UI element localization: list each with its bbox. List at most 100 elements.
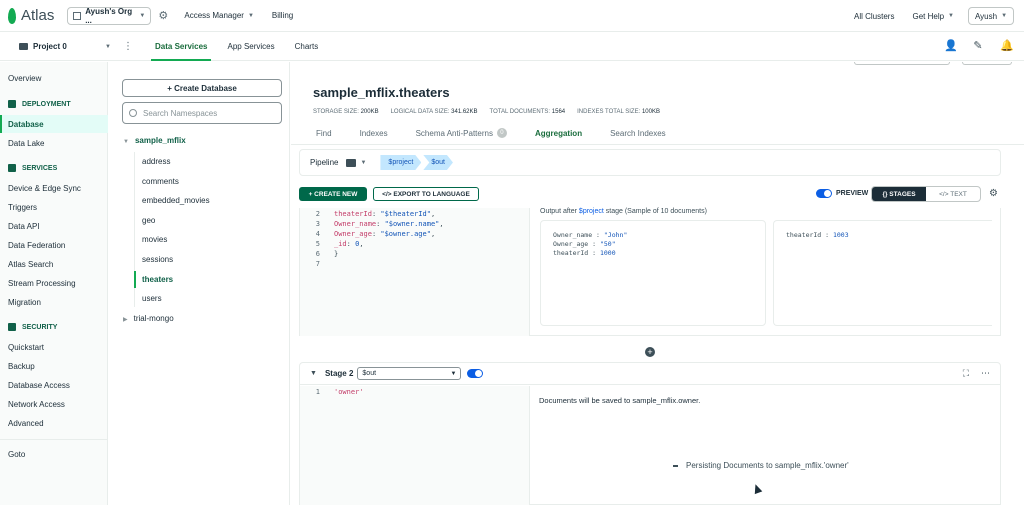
create-database-button[interactable]: + Create Database: [122, 79, 282, 97]
tab-aggregation[interactable]: Aggregation: [535, 128, 582, 138]
expand-icon[interactable]: ⛶: [963, 368, 969, 379]
pipeline-stage-chip[interactable]: $out: [423, 155, 453, 170]
org-settings-gear-icon[interactable]: ⚙: [158, 10, 170, 22]
chevron-down-icon[interactable]: ▼: [360, 160, 366, 166]
stages-view-button[interactable]: {} STAGES: [872, 187, 926, 201]
tab-indexes[interactable]: Indexes: [360, 128, 388, 138]
atlas-logo[interactable]: Atlas: [8, 7, 54, 24]
sidebar-item-triggers[interactable]: Triggers: [8, 203, 37, 212]
collection-item[interactable]: comments: [142, 177, 179, 186]
sidebar-item-quickstart[interactable]: Quickstart: [8, 343, 44, 352]
billing-link[interactable]: Billing: [272, 11, 293, 20]
access-manager-menu[interactable]: Access Manager ▼: [184, 11, 254, 20]
tab-charts[interactable]: Charts: [295, 33, 319, 61]
all-clusters-link[interactable]: All Clusters: [854, 12, 894, 21]
sidebar-item-atlas-search[interactable]: Atlas Search: [8, 260, 53, 269]
export-to-language-button[interactable]: </> EXPORT TO LANGUAGE: [373, 187, 479, 201]
add-stage-plus-icon[interactable]: +: [645, 347, 655, 357]
toggle-switch[interactable]: [816, 189, 832, 198]
chevron-down-icon: ▼: [450, 370, 457, 377]
chevron-down-icon: ▼: [139, 12, 146, 19]
leaf-icon: [8, 7, 16, 24]
more-options-icon[interactable]: ⋯: [981, 368, 990, 379]
db-name: sample_mflix: [134, 136, 186, 145]
get-help-menu[interactable]: Get Help ▼: [912, 12, 954, 21]
sidebar-item-migration[interactable]: Migration: [8, 298, 41, 307]
code-key: _id: [334, 240, 347, 248]
code-line: 1 'owner': [300, 388, 364, 398]
chevron-right-icon: ▶: [123, 317, 128, 323]
stage-2-card: ▼ Stage 2 $out ▼ ⛶ ⋯ 1 'owner': [299, 362, 1001, 505]
left-sidebar: Overview DEPLOYMENT Database Data Lake S…: [0, 62, 108, 505]
code-line: 4 Owner_age: "$owner.age",: [300, 230, 435, 240]
access-manager-label: Access Manager: [184, 11, 244, 20]
sidebar-item-overview[interactable]: Overview: [8, 74, 41, 83]
db-item-sample-mflix[interactable]: ▼ sample_mflix: [123, 136, 186, 145]
settings-gear-icon[interactable]: ⚙: [989, 188, 998, 199]
collection-item[interactable]: sessions: [142, 255, 173, 264]
stage-1-card: 2 theaterId: "$theaterId", 3 Owner_name: "…: [299, 208, 1001, 336]
line-number: 3: [315, 220, 320, 228]
bell-icon[interactable]: 🔔: [1000, 40, 1014, 52]
count-badge: 0: [496, 128, 507, 138]
code-value: 'owner': [334, 388, 364, 396]
collection-item[interactable]: embedded_movies: [142, 196, 210, 205]
org-selector[interactable]: Ayush's Org ... ▼: [67, 6, 152, 25]
tab-search-indexes[interactable]: Search Indexes: [610, 128, 666, 138]
text-view-button[interactable]: </> TEXT: [926, 187, 980, 201]
sidebar-item-data-lake[interactable]: Data Lake: [8, 139, 44, 148]
sidebar-item-stream-processing[interactable]: Stream Processing: [8, 279, 76, 288]
collection-item[interactable]: users: [142, 294, 162, 303]
toolbar-button-partial[interactable]: [962, 62, 1012, 65]
db-item-trial-mongo[interactable]: ▶ trial-mongo: [123, 314, 174, 323]
output-prefix: Output after: [540, 208, 577, 215]
tab-find[interactable]: Find: [316, 128, 332, 138]
kebab-menu-icon[interactable]: ⋮: [123, 41, 133, 52]
pipeline-label: Pipeline: [310, 158, 339, 167]
sidebar-item-goto[interactable]: Goto: [8, 450, 25, 459]
sidebar-item-network-access[interactable]: Network Access: [8, 400, 65, 409]
activity-feed-icon[interactable]: ✎: [972, 40, 984, 52]
stage-1-editor[interactable]: 2 theaterId: "$theaterId", 3 Owner_name: "…: [300, 208, 530, 336]
tab-app-services[interactable]: App Services: [227, 33, 274, 61]
sidebar-item-backup[interactable]: Backup: [8, 362, 35, 371]
code-line: 2 theaterId: "$theaterId",: [300, 210, 435, 220]
field-value: 1003: [832, 231, 849, 239]
collection-item[interactable]: movies: [142, 235, 167, 244]
tab-schema-anti-patterns[interactable]: Schema Anti-Patterns 0: [416, 128, 507, 138]
collection-item[interactable]: geo: [142, 216, 155, 225]
sidebar-item-data-api[interactable]: Data API: [8, 222, 40, 231]
project-icons: 👤 ✎ 🔔: [928, 40, 1014, 52]
sidebar-item-database[interactable]: Database: [8, 120, 44, 129]
sidebar-item-device-sync[interactable]: Device & Edge Sync: [8, 184, 81, 193]
create-new-button[interactable]: + CREATE NEW: [299, 187, 367, 201]
project-bar: Project 0 ▼ ⋮ Data Services App Services…: [0, 33, 1024, 61]
preview-toggle[interactable]: PREVIEW: [816, 189, 868, 198]
toolbar-button-partial[interactable]: [854, 62, 950, 65]
namespace-search[interactable]: Search Namespaces: [122, 102, 282, 124]
chevron-down-icon: ▼: [948, 13, 954, 19]
sidebar-item-database-access[interactable]: Database Access: [8, 381, 70, 390]
output-stage-link[interactable]: $project: [579, 208, 604, 215]
folder-icon[interactable]: [346, 158, 357, 167]
stage-enable-toggle[interactable]: [467, 369, 484, 378]
collection-item[interactable]: address: [142, 157, 170, 166]
invite-user-icon[interactable]: 👤: [944, 40, 958, 52]
stage-1-output-label: Output after $project stage (Sample of 1…: [540, 208, 707, 215]
stage-operator-select[interactable]: $out ▼: [357, 367, 462, 380]
stage-2-header: ▼ Stage 2 $out ▼ ⛶ ⋯: [300, 363, 1000, 385]
collapse-caret-icon[interactable]: ▼: [310, 370, 317, 377]
sidebar-item-data-federation[interactable]: Data Federation: [8, 241, 65, 250]
sidebar-item-advanced[interactable]: Advanced: [8, 419, 44, 428]
pipeline-stage-chip[interactable]: $project: [380, 155, 421, 170]
tab-data-services[interactable]: Data Services: [150, 33, 213, 61]
doc-field: theaterId : 1000: [553, 249, 616, 257]
billing-label: Billing: [271, 11, 294, 20]
stage-2-editor[interactable]: 1 'owner': [300, 386, 530, 505]
field-key: theaterId: [553, 249, 589, 257]
user-menu[interactable]: Ayush ▼: [968, 7, 1014, 25]
collection-item-active[interactable]: theaters: [142, 275, 173, 284]
preview-label: PREVIEW: [836, 190, 869, 197]
project-selector[interactable]: Project 0 ▼: [19, 42, 111, 51]
chevron-down-icon: ▼: [1001, 13, 1008, 19]
